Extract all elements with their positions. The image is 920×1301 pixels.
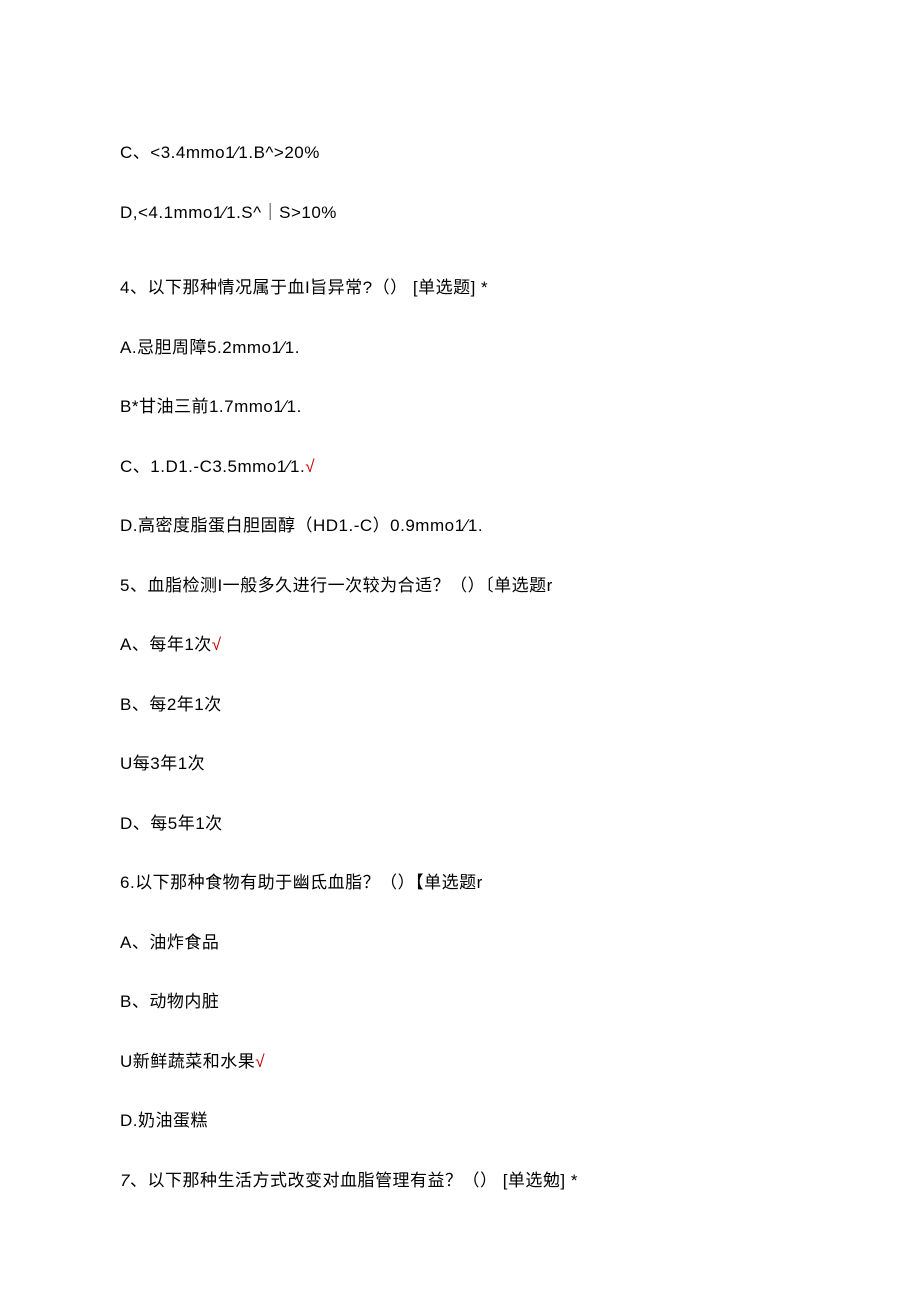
q4-option-b: B*甘油三前1.7mmo1∕1. bbox=[120, 394, 800, 420]
q4-option-c: C、1.D1.-C3.5mmo1∕1.√ bbox=[120, 454, 800, 480]
q6-option-a: A、油炸食品 bbox=[120, 930, 800, 956]
q4-option-d: D.高密度脂蛋白胆固醇（HD1.-C）0.9mmo1∕1. bbox=[120, 513, 800, 539]
check-icon: √ bbox=[255, 1052, 265, 1071]
check-icon: √ bbox=[305, 457, 315, 476]
q5-stem: 5、血脂检测I一般多久进行一次较为合适？（）〔单选题r bbox=[120, 573, 800, 599]
q4-option-c-text: C、1.D1.-C3.5mmo1∕1. bbox=[120, 457, 305, 476]
q7-stem: 7、以下那种生活方式改变对血脂管理有益？（） [单选勉] * bbox=[120, 1168, 800, 1194]
q5-option-a: A、每年1次√ bbox=[120, 632, 800, 658]
q6-option-c-text: U新鲜蔬菜和水果 bbox=[120, 1052, 255, 1071]
check-icon: √ bbox=[212, 635, 222, 654]
q4-stem: 4、以下那种情况属于血I旨异常?（） [单选题] * bbox=[120, 275, 800, 301]
q5-option-c: U每3年1次 bbox=[120, 751, 800, 777]
q3-option-c: C、<3.4mmo1∕1.B^>20% bbox=[120, 140, 800, 166]
q7-stem-text: 、以下那种生活方式改变对血脂管理有益？（） [单选勉] * bbox=[130, 1171, 578, 1190]
q5-option-b: B、每2年1次 bbox=[120, 692, 800, 718]
q6-option-d: D.奶油蛋糕 bbox=[120, 1108, 800, 1134]
q5-option-a-text: A、每年1次 bbox=[120, 635, 212, 654]
q7-number: 7 bbox=[120, 1171, 130, 1190]
q6-option-c: U新鲜蔬菜和水果√ bbox=[120, 1049, 800, 1075]
q4-option-a: A.忌胆周障5.2mmo1∕1. bbox=[120, 335, 800, 361]
q6-option-b: B、动物内脏 bbox=[120, 989, 800, 1015]
q3-option-d: D,<4.1mmo1∕1.S^｜S>10% bbox=[120, 200, 800, 226]
q5-option-d: D、每5年1次 bbox=[120, 811, 800, 837]
q6-stem: 6.以下那种食物有助于幽氐血脂？（）【单选题r bbox=[120, 870, 800, 896]
